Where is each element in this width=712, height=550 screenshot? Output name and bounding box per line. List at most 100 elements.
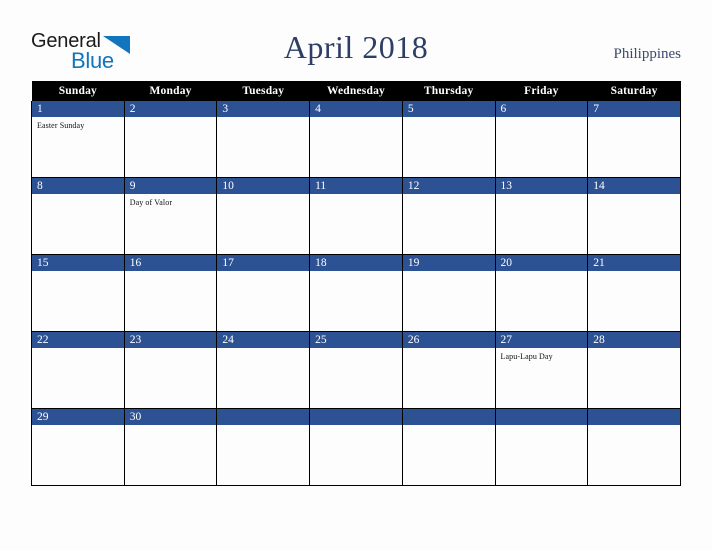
- day-events: [125, 425, 217, 429]
- day-events: [496, 271, 588, 275]
- day-events: [32, 194, 124, 198]
- calendar-week-row: 1 Easter Sunday 2 3 4 5 6 7: [31, 101, 681, 178]
- calendar-day-cell-22[interactable]: 22: [31, 331, 125, 409]
- day-number: 8: [32, 178, 124, 194]
- calendar-day-cell-27[interactable]: 27 Lapu-Lapu Day: [494, 331, 589, 409]
- day-events: [310, 348, 402, 352]
- calendar-day-cell-5[interactable]: 5: [401, 101, 496, 178]
- day-number: [217, 409, 310, 425]
- calendar-day-cell-empty[interactable]: [494, 408, 589, 486]
- day-events: [310, 271, 402, 275]
- day-number: 16: [124, 255, 217, 271]
- weekday-header-sunday: Sunday: [31, 81, 125, 101]
- day-events: [32, 271, 124, 275]
- day-events: [403, 194, 495, 198]
- day-number: [310, 409, 402, 425]
- weekday-header-saturday: Saturday: [587, 81, 681, 101]
- calendar-day-cell-empty[interactable]: [401, 408, 496, 486]
- day-number: 3: [217, 101, 310, 117]
- calendar-day-cell-3[interactable]: 3: [216, 101, 311, 178]
- day-events: [125, 271, 217, 275]
- calendar-day-cell-15[interactable]: 15: [31, 254, 125, 332]
- calendar-day-cell-24[interactable]: 24: [216, 331, 311, 409]
- calendar-week-row: 15 16 17 18 19 20 21: [31, 254, 681, 332]
- weekday-header-thursday: Thursday: [402, 81, 496, 101]
- holiday-event: Day of Valor: [129, 198, 173, 207]
- day-number: 25: [310, 332, 402, 348]
- calendar-day-cell-2[interactable]: 2: [123, 101, 218, 178]
- calendar-day-cell-empty[interactable]: [216, 408, 311, 486]
- calendar-day-cell-23[interactable]: 23: [123, 331, 218, 409]
- calendar-day-cell-7[interactable]: 7: [587, 101, 681, 178]
- day-number: 12: [402, 178, 495, 194]
- calendar-day-cell-1[interactable]: 1 Easter Sunday: [31, 101, 125, 178]
- calendar-day-cell-17[interactable]: 17: [216, 254, 311, 332]
- day-number: 15: [32, 255, 124, 271]
- day-events: [588, 271, 680, 275]
- day-events: [217, 348, 309, 352]
- calendar-day-cell-26[interactable]: 26: [401, 331, 496, 409]
- calendar-day-cell-6[interactable]: 6: [494, 101, 589, 178]
- calendar-day-cell-16[interactable]: 16: [123, 254, 218, 332]
- calendar-day-cell-19[interactable]: 19: [401, 254, 496, 332]
- day-events: [496, 425, 588, 429]
- day-number: [495, 409, 588, 425]
- day-events: [217, 194, 309, 198]
- calendar-day-cell-21[interactable]: 21: [587, 254, 681, 332]
- day-events: [310, 194, 402, 198]
- calendar-week-row: 29 30: [31, 408, 681, 486]
- day-events: [310, 117, 402, 121]
- day-number: 24: [217, 332, 310, 348]
- day-events: Lapu-Lapu Day: [496, 348, 588, 362]
- day-number: 13: [495, 178, 588, 194]
- calendar-day-cell-9[interactable]: 9 Day of Valor: [123, 177, 218, 255]
- calendar-grid: Sunday Monday Tuesday Wednesday Thursday Frid…: [31, 81, 681, 486]
- calendar-header-row: Sunday Monday Tuesday Wednesday Thursday Frid…: [31, 81, 681, 101]
- calendar-day-cell-14[interactable]: 14: [587, 177, 681, 255]
- day-events: [125, 117, 217, 121]
- day-number: 30: [124, 409, 217, 425]
- day-events: Day of Valor: [125, 194, 217, 208]
- page-title: April 2018: [283, 29, 429, 65]
- calendar-body: 1 Easter Sunday 2 3 4 5 6 7 8 9 Day of Valor 10 11 12…: [31, 101, 681, 486]
- calendar-day-cell-28[interactable]: 28: [587, 331, 681, 409]
- weekday-header-row: Sunday Monday Tuesday Wednesday Thursday Frid…: [31, 81, 681, 101]
- calendar-day-cell-20[interactable]: 20: [494, 254, 589, 332]
- day-events: [588, 425, 680, 429]
- day-number: 19: [402, 255, 495, 271]
- day-events: [217, 271, 309, 275]
- day-number: 1: [32, 101, 124, 117]
- day-events: [403, 117, 495, 121]
- calendar-day-cell-29[interactable]: 29: [31, 408, 125, 486]
- day-events: [32, 348, 124, 352]
- day-number: 7: [588, 101, 680, 117]
- calendar-day-cell-4[interactable]: 4: [309, 101, 403, 178]
- day-number: 4: [310, 101, 402, 117]
- calendar-week-row: 22 23 24 25 26 27 Lapu-Lapu Day 28: [31, 331, 681, 409]
- calendar-day-cell-12[interactable]: 12: [401, 177, 496, 255]
- day-number: 2: [124, 101, 217, 117]
- calendar-day-cell-empty[interactable]: [587, 408, 681, 486]
- day-events: [588, 117, 680, 121]
- day-number: 9: [124, 178, 217, 194]
- day-number: 28: [588, 332, 680, 348]
- calendar-day-cell-11[interactable]: 11: [309, 177, 403, 255]
- day-events: [496, 194, 588, 198]
- day-events: [217, 117, 309, 121]
- calendar-week-row: 8 9 Day of Valor 10 11 12 13 14: [31, 177, 681, 255]
- day-events: [403, 425, 495, 429]
- day-number: 10: [217, 178, 310, 194]
- calendar-day-cell-25[interactable]: 25: [309, 331, 403, 409]
- day-number: 21: [588, 255, 680, 271]
- calendar-day-cell-8[interactable]: 8: [31, 177, 125, 255]
- day-events: [403, 271, 495, 275]
- calendar-day-cell-13[interactable]: 13: [494, 177, 589, 255]
- calendar-day-cell-empty[interactable]: [309, 408, 403, 486]
- calendar-day-cell-30[interactable]: 30: [123, 408, 218, 486]
- day-events: [125, 348, 217, 352]
- day-events: [588, 194, 680, 198]
- calendar-day-cell-18[interactable]: 18: [309, 254, 403, 332]
- calendar-day-cell-10[interactable]: 10: [216, 177, 311, 255]
- weekday-header-wednesday: Wednesday: [309, 81, 403, 101]
- day-number: 18: [310, 255, 402, 271]
